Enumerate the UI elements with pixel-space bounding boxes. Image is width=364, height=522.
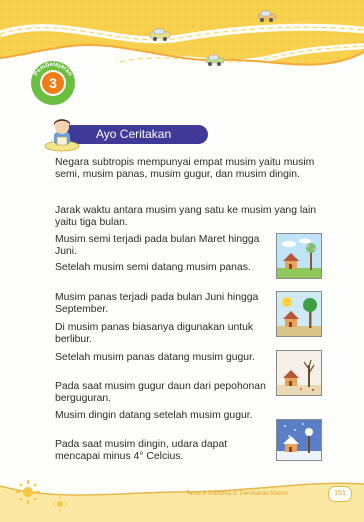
paragraph: Musim semi terjadi pada bulan Maret hing… — [55, 234, 260, 258]
summer-season-image — [276, 291, 322, 337]
section-banner: Ayo Ceritakan — [38, 116, 208, 152]
spring-season-image — [276, 233, 322, 279]
reading-child-icon — [44, 119, 80, 152]
car-icon — [205, 54, 225, 66]
lesson-badge: Pembelajaran 3 — [28, 58, 78, 108]
footer-theme-text: Tema 3 Subtema 3: Perubahan Musim — [186, 491, 289, 497]
car-icon — [257, 10, 277, 22]
paragraph: Pada saat musim gugur daun dari pepohona… — [55, 381, 266, 405]
paragraph: Musim panas terjadi pada bulan Juni hing… — [55, 292, 259, 316]
paragraph: Di musim panas biasanya digunakan untuk … — [55, 322, 254, 346]
paragraph: Jarak waktu antara musim yang satu ke mu… — [55, 205, 317, 229]
paragraph: Pada saat musim dingin, udara dapat menc… — [55, 439, 228, 463]
page: Pembelajaran 3 Ayo Ceritakan Negara subt… — [0, 0, 364, 522]
page-number: 151 — [328, 486, 352, 502]
lesson-number: 3 — [42, 72, 64, 94]
section-title: Ayo Ceritakan — [96, 127, 172, 141]
paragraph: Musim dingin datang setelah musim gugur. — [55, 410, 253, 421]
paragraph: Negara subtropis mempunyai empat musim y… — [55, 157, 315, 181]
footer-decoration — [0, 480, 364, 522]
car-icon — [149, 28, 171, 41]
autumn-season-image — [276, 350, 322, 396]
paragraph: Setelah musim panas datang musim gugur. — [55, 352, 255, 363]
winter-season-image — [276, 419, 322, 461]
paragraph: Setelah musim semi datang musim panas. — [55, 262, 251, 273]
